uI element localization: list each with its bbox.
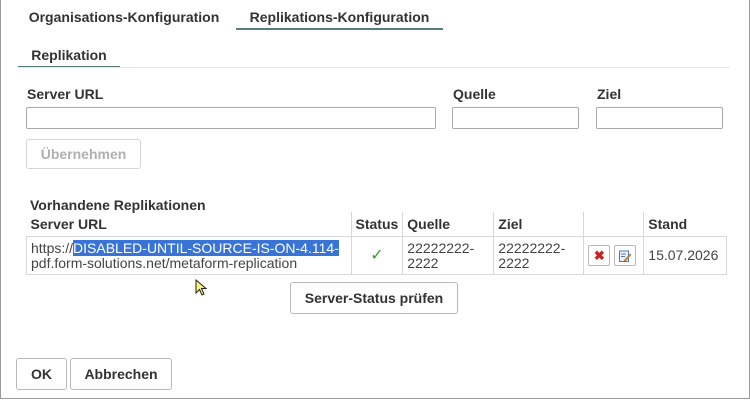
- check-icon: ✓: [370, 247, 384, 264]
- apply-button[interactable]: Übernehmen: [26, 139, 141, 169]
- url-selected-text[interactable]: DISABLED-UNTIL-SOURCE-IS-ON-4.114-: [73, 239, 339, 256]
- url-prefix: https://: [31, 239, 74, 256]
- tab-replikations-konfiguration[interactable]: Replikations-Konfiguration: [236, 6, 443, 30]
- cell-server-url: https://DISABLED-UNTIL-SOURCE-IS-ON-4.11…: [26, 236, 351, 275]
- target-line2: 2222: [498, 254, 530, 271]
- mouse-cursor-icon: [195, 279, 208, 296]
- source-label: Quelle: [453, 86, 496, 102]
- col-source: Quelle: [402, 212, 494, 237]
- cell-status: ✓: [350, 236, 403, 275]
- ok-button[interactable]: OK: [16, 358, 67, 390]
- table-header-row: Server URL Status Quelle Ziel Stand: [27, 212, 727, 237]
- target-input[interactable]: [596, 107, 723, 129]
- delete-button[interactable]: ✖: [588, 245, 611, 266]
- target-line1: 22222222-: [498, 239, 566, 256]
- edit-button[interactable]: [614, 245, 637, 266]
- server-url-input[interactable]: [26, 107, 436, 129]
- replications-table: Server URL Status Quelle Ziel Stand http…: [26, 212, 727, 275]
- url-rest: pdf.form-solutions.net/metaform-replicat…: [31, 254, 298, 271]
- source-line2: 2222: [407, 254, 439, 271]
- check-server-status-button[interactable]: Server-Status prüfen: [290, 282, 458, 314]
- cell-actions: ✖: [583, 236, 644, 275]
- col-server-url: Server URL: [30, 216, 107, 232]
- table-row: https://DISABLED-UNTIL-SOURCE-IS-ON-4.11…: [26, 236, 727, 275]
- subtab-divider: [18, 67, 730, 68]
- target-label: Ziel: [597, 86, 622, 102]
- cancel-button[interactable]: Abbrechen: [70, 358, 172, 390]
- existing-replications-title: Vorhandene Replikationen: [30, 197, 206, 213]
- col-target: Ziel: [493, 212, 584, 237]
- col-status: Status: [350, 212, 403, 237]
- subtab-replikation[interactable]: Replikation: [18, 44, 120, 68]
- cell-target: 22222222- 2222: [493, 236, 584, 275]
- source-line1: 22222222-: [407, 239, 475, 256]
- col-stand: Stand: [643, 212, 727, 237]
- edit-icon: [619, 250, 632, 262]
- cell-source: 22222222- 2222: [402, 236, 494, 275]
- source-input[interactable]: [452, 107, 579, 129]
- tab-organisations-konfiguration[interactable]: Organisations-Konfiguration: [22, 6, 226, 28]
- delete-icon: ✖: [593, 248, 605, 263]
- server-url-label: Server URL: [27, 86, 104, 102]
- cell-stand: 15.07.2026: [643, 236, 727, 275]
- col-actions: [583, 212, 644, 237]
